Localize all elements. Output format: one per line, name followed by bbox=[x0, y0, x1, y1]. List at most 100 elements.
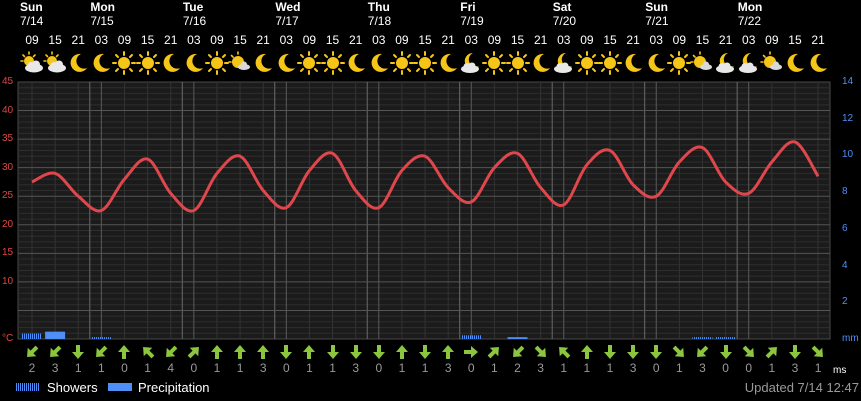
hour-label: 15 bbox=[788, 33, 802, 47]
moon-icon bbox=[66, 51, 90, 75]
day-name: Wed bbox=[275, 0, 301, 14]
y-axis-left-tick: 45 bbox=[2, 76, 14, 87]
wind-arrow-icon bbox=[163, 344, 179, 360]
wind-speed: 1 bbox=[560, 361, 568, 375]
wind-speed: 1 bbox=[606, 361, 614, 375]
showers-bar bbox=[22, 333, 42, 339]
wind-arrow-icon bbox=[671, 344, 687, 360]
wind-arrow-icon bbox=[579, 344, 595, 360]
wind-arrow-icon bbox=[301, 344, 317, 360]
sun-icon bbox=[413, 51, 438, 75]
wind-speed: 3 bbox=[259, 361, 267, 375]
wind-arrow-icon bbox=[371, 344, 387, 360]
hour-label: 09 bbox=[765, 33, 779, 47]
hour-label: 03 bbox=[742, 33, 756, 47]
wind-speed: 3 bbox=[791, 361, 799, 375]
wind-arrow-icon bbox=[533, 344, 549, 360]
wind-speed: 1 bbox=[814, 361, 822, 375]
showers-legend-label: Showers bbox=[47, 380, 98, 395]
wind-speed: 2 bbox=[28, 361, 36, 375]
hour-label: 15 bbox=[695, 33, 710, 47]
wind-arrow-icon bbox=[255, 344, 271, 360]
y-axis-left-tick: 40 bbox=[2, 104, 14, 116]
wind-arrow-icon bbox=[325, 344, 341, 360]
day-date: 7/16 bbox=[182, 14, 207, 28]
wind-speed: 1 bbox=[583, 361, 591, 375]
day-label: Sat 7/20 bbox=[553, 0, 576, 28]
moon-icon bbox=[621, 51, 645, 75]
showers-bar bbox=[461, 335, 482, 339]
wind-arrow-icon bbox=[278, 344, 294, 360]
partly-cloudy-sun-icon bbox=[760, 51, 784, 75]
y-axis-left-tick: 30 bbox=[2, 161, 14, 173]
day-label: Sun 7/14 bbox=[20, 0, 43, 28]
wind-arrow-icon bbox=[232, 344, 248, 360]
y-axis-left-tick: °C bbox=[2, 333, 14, 344]
day-label: Mon 7/22 bbox=[738, 0, 763, 28]
wind-speed: 1 bbox=[306, 361, 313, 375]
hour-label: 09 bbox=[580, 33, 594, 47]
wind-speed: 1 bbox=[236, 361, 244, 375]
sun-icon bbox=[112, 51, 137, 75]
wind-speed: 3 bbox=[537, 361, 544, 375]
hour-label: 21 bbox=[348, 33, 363, 47]
showers-bar bbox=[91, 337, 112, 339]
day-date: 7/18 bbox=[367, 14, 392, 28]
cloudy-moon-icon bbox=[459, 51, 483, 75]
wind-arrow-icon bbox=[417, 344, 433, 360]
hour-label: 21 bbox=[441, 33, 455, 47]
moon-icon bbox=[159, 51, 183, 75]
hour-label: 03 bbox=[94, 33, 109, 47]
plot-area bbox=[17, 81, 831, 340]
day-label: Tue 7/16 bbox=[183, 0, 206, 28]
sun-icon bbox=[320, 51, 345, 75]
wind-speed: 3 bbox=[699, 361, 706, 375]
y-axis-left-tick: 20 bbox=[2, 218, 14, 230]
day-label: Fri 7/19 bbox=[460, 0, 483, 28]
day-label: Thu 7/18 bbox=[368, 0, 391, 28]
wind-speed: 1 bbox=[329, 361, 336, 375]
y-axis-right-tick: 4 bbox=[842, 259, 848, 271]
wind-arrow-icon bbox=[718, 344, 734, 360]
wind-speed: 1 bbox=[74, 361, 82, 375]
day-label: Sun 7/21 bbox=[645, 0, 668, 28]
wind-speed: 0 bbox=[652, 361, 660, 375]
partly-cloudy-sun-icon bbox=[690, 51, 714, 75]
wind-arrow-icon bbox=[764, 344, 780, 360]
sun-icon bbox=[297, 51, 322, 75]
hour-label: 09 bbox=[302, 33, 317, 47]
precipitation-legend-label: Precipitation bbox=[138, 380, 210, 395]
wind-arrow-icon bbox=[93, 344, 109, 360]
showers-bar bbox=[45, 333, 66, 339]
sun-icon bbox=[204, 51, 229, 75]
sun-icon bbox=[505, 51, 530, 75]
precipitation-legend-swatch bbox=[108, 383, 132, 391]
day-date: 7/20 bbox=[552, 14, 577, 28]
wind-arrow-icon bbox=[741, 344, 757, 360]
wind-arrow-icon bbox=[47, 344, 63, 360]
wind-arrow-icon bbox=[625, 344, 641, 360]
moon-icon bbox=[89, 51, 113, 75]
hour-label: 21 bbox=[718, 33, 733, 47]
day-name: Sun bbox=[645, 0, 668, 14]
day-name: Sat bbox=[552, 0, 572, 14]
wind-arrow-icon bbox=[186, 344, 202, 360]
day-name: Sun bbox=[20, 0, 43, 14]
hour-label: 15 bbox=[603, 33, 617, 47]
y-axis-left-tick: 10 bbox=[2, 275, 14, 287]
wind-arrow-icon bbox=[440, 344, 456, 360]
day-label: Mon 7/15 bbox=[90, 0, 115, 28]
hour-label: 21 bbox=[256, 33, 270, 47]
hour-label: 09 bbox=[25, 33, 39, 47]
y-axis-right-tick: 8 bbox=[842, 186, 848, 198]
day-name: Fri bbox=[460, 0, 476, 14]
y-axis-left-tick: 15 bbox=[2, 247, 14, 259]
moon-icon bbox=[251, 51, 275, 75]
hour-label: 03 bbox=[372, 33, 386, 47]
day-date: 7/17 bbox=[275, 14, 299, 28]
wind-arrow-icon bbox=[116, 344, 132, 360]
wind-speed: 0 bbox=[190, 361, 198, 375]
moon-icon bbox=[344, 51, 368, 75]
day-date: 7/14 bbox=[20, 14, 44, 28]
cloudy-moon-icon bbox=[737, 51, 761, 75]
